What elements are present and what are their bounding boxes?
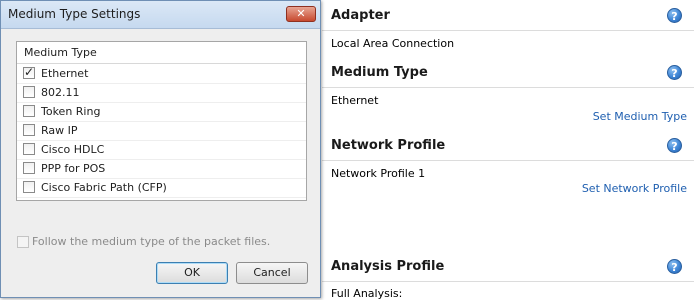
medium-type-settings-dialog: Medium Type Settings ✕ Medium Type Ether… (0, 0, 321, 298)
medium-type-checkbox[interactable] (23, 86, 35, 98)
network-profile-section-header: Network Profile ? (322, 130, 694, 161)
dialog-title: Medium Type Settings (8, 7, 141, 21)
adapter-value: Local Area Connection (331, 37, 455, 50)
list-item[interactable]: Ethernet (17, 64, 306, 84)
medium-type-checkbox[interactable] (23, 105, 35, 117)
cancel-button[interactable]: Cancel (236, 262, 308, 284)
set-network-profile-link[interactable]: Set Network Profile (582, 182, 687, 195)
properties-panel: Adapter ? Local Area Connection Medium T… (322, 0, 694, 300)
ok-button[interactable]: OK (156, 262, 228, 284)
adapter-title: Adapter (331, 8, 390, 23)
close-icon: ✕ (296, 7, 306, 20)
medium-type-checkbox[interactable] (23, 65, 35, 79)
medium-type-label: Cisco HDLC (41, 143, 105, 156)
analysis-profile-help-icon[interactable]: ? (667, 259, 682, 274)
adapter-help-icon[interactable]: ? (667, 8, 682, 23)
analysis-profile-section-header: Analysis Profile ? (322, 251, 694, 282)
list-item[interactable]: PPP for POS (17, 159, 306, 179)
analysis-profile-value: Full Analysis: (331, 287, 403, 300)
medium-type-checkbox[interactable] (23, 162, 35, 174)
medium-type-checkbox[interactable] (23, 181, 35, 193)
network-profile-value: Network Profile 1 (331, 167, 426, 180)
list-item[interactable]: Cisco HDLC (17, 140, 306, 160)
dialog-titlebar[interactable]: Medium Type Settings ✕ (1, 1, 320, 29)
medium-type-label: Raw IP (41, 124, 78, 137)
network-profile-help-icon[interactable]: ? (667, 138, 682, 153)
medium-type-label: PPP for POS (41, 162, 106, 175)
list-header-label: Medium Type (24, 46, 97, 59)
list-item[interactable]: Cisco Fabric Path (CFP) (17, 178, 306, 198)
follow-medium-type-label: Follow the medium type of the packet fil… (32, 235, 271, 248)
medium-type-label: Cisco Fabric Path (CFP) (41, 181, 167, 194)
medium-type-list: Medium Type Ethernet 802.11 Token Ring Raw … (16, 41, 307, 201)
medium-type-label: Token Ring (41, 105, 101, 118)
list-item[interactable]: 802.11 (17, 83, 306, 103)
medium-type-label: Ethernet (41, 67, 89, 80)
network-profile-title: Network Profile (331, 138, 446, 153)
list-item[interactable]: Token Ring (17, 102, 306, 122)
set-medium-type-link[interactable]: Set Medium Type (593, 110, 687, 123)
medium-type-label: 802.11 (41, 86, 80, 99)
analysis-profile-title: Analysis Profile (331, 259, 445, 274)
list-item[interactable]: Raw IP (17, 121, 306, 141)
list-column-header[interactable]: Medium Type (17, 42, 306, 64)
close-button[interactable]: ✕ (286, 6, 316, 22)
medium-type-value: Ethernet (331, 94, 379, 107)
medium-type-help-icon[interactable]: ? (667, 65, 682, 80)
medium-type-checkbox[interactable] (23, 124, 35, 136)
follow-medium-type-checkbox (17, 236, 29, 248)
medium-type-title: Medium Type (331, 65, 428, 80)
medium-type-section-header: Medium Type ? (322, 57, 694, 88)
medium-type-checkbox[interactable] (23, 143, 35, 155)
adapter-section-header: Adapter ? (322, 0, 694, 31)
